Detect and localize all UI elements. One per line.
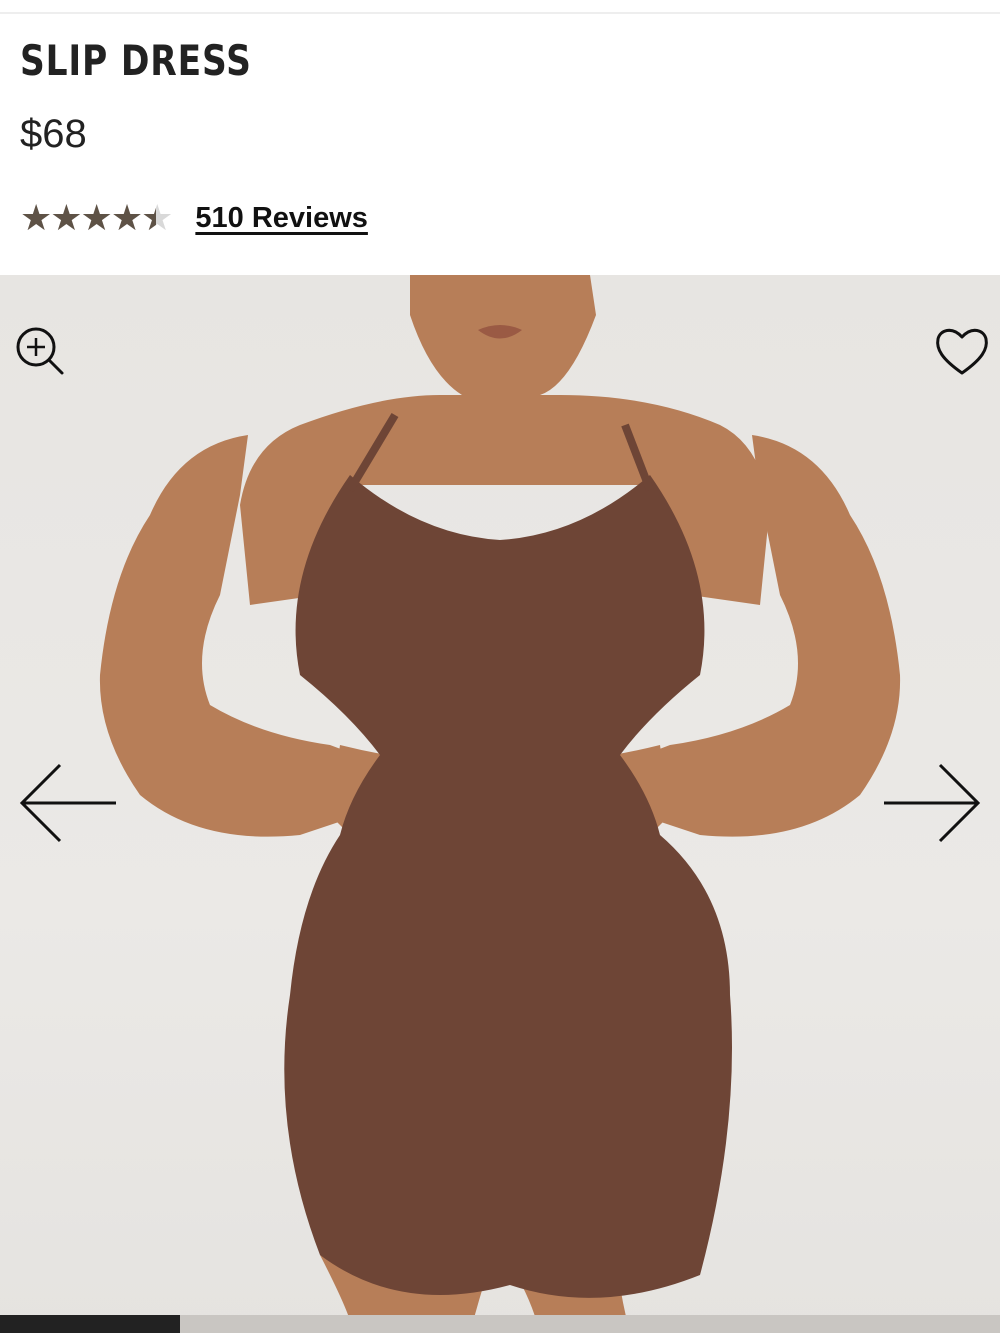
top-divider: [0, 12, 1000, 14]
gallery-progress-fill: [0, 1315, 180, 1333]
star-rating: ★★★★★ ★★★★★: [20, 196, 173, 240]
arrow-right-icon[interactable]: [880, 761, 984, 845]
rating-row: ★★★★★ ★★★★★ 510 Reviews: [20, 196, 368, 240]
reviews-link[interactable]: 510 Reviews: [195, 202, 368, 235]
zoom-in-icon[interactable]: [12, 323, 68, 379]
gallery-progress-bar: [0, 1315, 1000, 1333]
product-photo: [99, 275, 901, 1333]
product-image-gallery[interactable]: [0, 275, 1000, 1333]
arrow-left-icon[interactable]: [16, 761, 120, 845]
product-price: $68: [20, 112, 87, 156]
product-title: SLIP DRESS: [20, 36, 252, 85]
star-rating-filled: ★★★★★: [20, 197, 156, 238]
heart-outline-icon[interactable]: [932, 323, 992, 379]
